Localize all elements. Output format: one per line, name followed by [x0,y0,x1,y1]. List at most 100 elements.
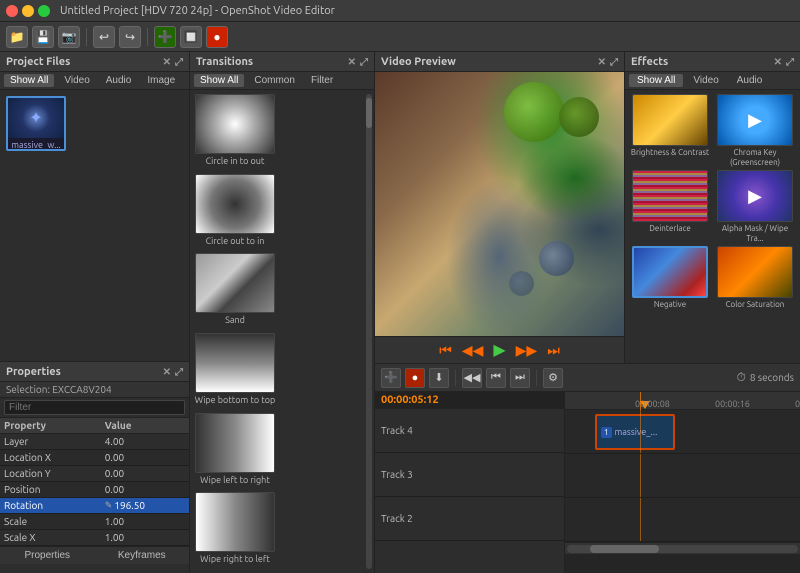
effect-thumb-deinterlace [632,170,708,222]
transition-item[interactable]: Circle out to in [194,174,276,251]
main-toolbar: 📁 💾 📷 ↩ ↪ ➕ 🔲 ● [0,22,800,52]
effects-grid: Brightness & Contrast ▶ Chroma Key (Gree… [625,90,800,314]
timeline-scrollbar[interactable] [565,542,800,554]
fast-forward-button[interactable]: ▶▶ [514,340,540,360]
top-right: Video Preview ✕ ⤢ ⏮ ◀◀ [375,52,800,363]
properties-close-icon[interactable]: ✕ [163,366,171,378]
rewind-start-button[interactable]: ⏮ [437,340,454,360]
tl-settings-button[interactable]: ⚙ [543,368,563,388]
effect-label-color-sat: Color Saturation [726,300,785,310]
transition-item[interactable]: Wipe right to left [194,492,276,569]
transitions-icons[interactable]: ✕ ⤢ [348,56,368,68]
rewind-button[interactable]: ◀◀ [460,340,486,360]
effect-alpha[interactable]: ▶ Alpha Mask / Wipe Tra... [714,170,796,243]
seconds-label: 8 seconds [750,372,794,383]
tab-audio[interactable]: Audio [100,74,138,87]
video-close-icon[interactable]: ✕ [598,56,606,68]
timeline-clip[interactable]: 1 massive_... [595,414,675,450]
video-expand-icon[interactable]: ⤢ [610,56,618,68]
trans-tab-common[interactable]: Common [248,74,301,87]
timeline-section: ➕ ● ⬇ ◀◀ ⏮ ⏭ ⚙ ⏱ 8 seconds 00:00:05:12 T… [375,363,800,573]
video-preview-icons[interactable]: ✕ ⤢ [598,56,618,68]
effects-tab-video[interactable]: Video [685,74,726,87]
effects-tab-audio[interactable]: Audio [729,74,771,87]
prop-scalex-value: 1.00 [101,530,189,546]
video-orb-1 [504,82,564,142]
video-controls: ⏮ ◀◀ ▶ ▶▶ ⏭ [375,336,624,363]
transitions-tabs[interactable]: Show All Common Filter [190,72,374,90]
tl-add-button[interactable]: ➕ [381,368,401,388]
prop-col-property: Property [0,418,101,434]
new-button[interactable]: 📁 [6,26,28,48]
tl-end-button[interactable]: ⏭ [510,368,530,388]
transition-item[interactable]: Sand [194,253,276,330]
selection-label: Selection: EXCCA8V204 [0,382,189,398]
transition-thumb-sand [195,253,275,313]
properties-expand-icon[interactable]: ⤢ [175,366,183,378]
close-button[interactable] [6,5,18,17]
transitions-title: Transitions [196,56,253,68]
effect-brightness[interactable]: Brightness & Contrast [629,94,711,167]
tab-keyframes[interactable]: Keyframes [95,547,190,564]
effect-thumb-negative [632,246,708,298]
trans-tab-show-all[interactable]: Show All [194,74,244,87]
tab-properties[interactable]: Properties [0,547,95,564]
fast-forward-end-button[interactable]: ⏭ [545,340,562,360]
redo-button[interactable]: ↪ [119,26,141,48]
timeline-track-4: 1 massive_... [565,410,800,454]
effect-color-sat[interactable]: Color Saturation [714,246,796,310]
project-files-icons[interactable]: ✕ ⤢ [163,56,183,68]
add-button[interactable]: ➕ [154,26,176,48]
tab-video[interactable]: Video [58,74,95,87]
project-files-content: ✦ massive_w... [0,90,189,157]
effect-label-negative: Negative [654,300,686,310]
playhead-track-line [640,454,641,497]
close-icon[interactable]: ✕ [163,56,171,68]
transition-item[interactable]: Wipe bottom to top [194,333,276,410]
transitions-scrollbar[interactable] [366,94,372,569]
tl-rewind-button[interactable]: ◀◀ [462,368,482,388]
table-row-rotation[interactable]: Rotation ✎ 196.50 [0,498,189,514]
effect-chroma[interactable]: ▶ Chroma Key (Greenscreen) [714,94,796,167]
prop-pos-value: 0.00 [101,482,189,498]
effects-tabs[interactable]: Show All Video Audio [625,72,800,90]
window-controls[interactable] [6,5,50,17]
transition-item[interactable]: Circle in to out [194,94,276,171]
file-thumbnail[interactable]: ✦ massive_w... [6,96,66,151]
timeline-content: 00:00:05:12 Track 4 Track 3 Track 2 00:0… [375,392,800,573]
tl-record-button[interactable]: ● [405,368,425,388]
properties-icons[interactable]: ✕ ⤢ [163,366,183,378]
effects-close-icon[interactable]: ✕ [774,56,782,68]
properties-tab-bar: Properties Keyframes [0,546,189,564]
effect-negative[interactable]: Negative [629,246,711,310]
tl-down-button[interactable]: ⬇ [429,368,449,388]
transition-item[interactable]: Wipe left to right [194,413,276,490]
save-button[interactable]: 💾 [32,26,54,48]
tl-start-button[interactable]: ⏮ [486,368,506,388]
effects-icons[interactable]: ✕ ⤢ [774,56,794,68]
screenshot-button[interactable]: 📷 [58,26,80,48]
effects-tab-show-all[interactable]: Show All [629,74,683,87]
effect-deinterlace[interactable]: Deinterlace [629,170,711,243]
tab-image[interactable]: Image [141,74,181,87]
properties-filter-input[interactable] [4,400,185,415]
layout-button[interactable]: 🔲 [180,26,202,48]
project-files-tabs[interactable]: Show All Video Audio Image [0,72,189,90]
window-title: Untitled Project [HDV 720 24p] - OpenSho… [60,5,335,17]
transition-thumb-circle-in [195,94,275,154]
transition-thumb-wipe-left [195,413,275,473]
record-button[interactable]: ● [206,26,228,48]
maximize-button[interactable] [38,5,50,17]
clip-badge: 1 [601,427,612,438]
transitions-expand-icon[interactable]: ⤢ [360,56,368,68]
transitions-close-icon[interactable]: ✕ [348,56,356,68]
chroma-play-icon: ▶ [748,110,762,131]
expand-icon[interactable]: ⤢ [175,56,183,68]
undo-button[interactable]: ↩ [93,26,115,48]
properties-title: Properties [6,366,61,378]
minimize-button[interactable] [22,5,34,17]
effects-expand-icon[interactable]: ⤢ [786,56,794,68]
tab-show-all[interactable]: Show All [4,74,54,87]
trans-tab-filter[interactable]: Filter [305,74,339,87]
play-button[interactable]: ▶ [491,340,507,360]
